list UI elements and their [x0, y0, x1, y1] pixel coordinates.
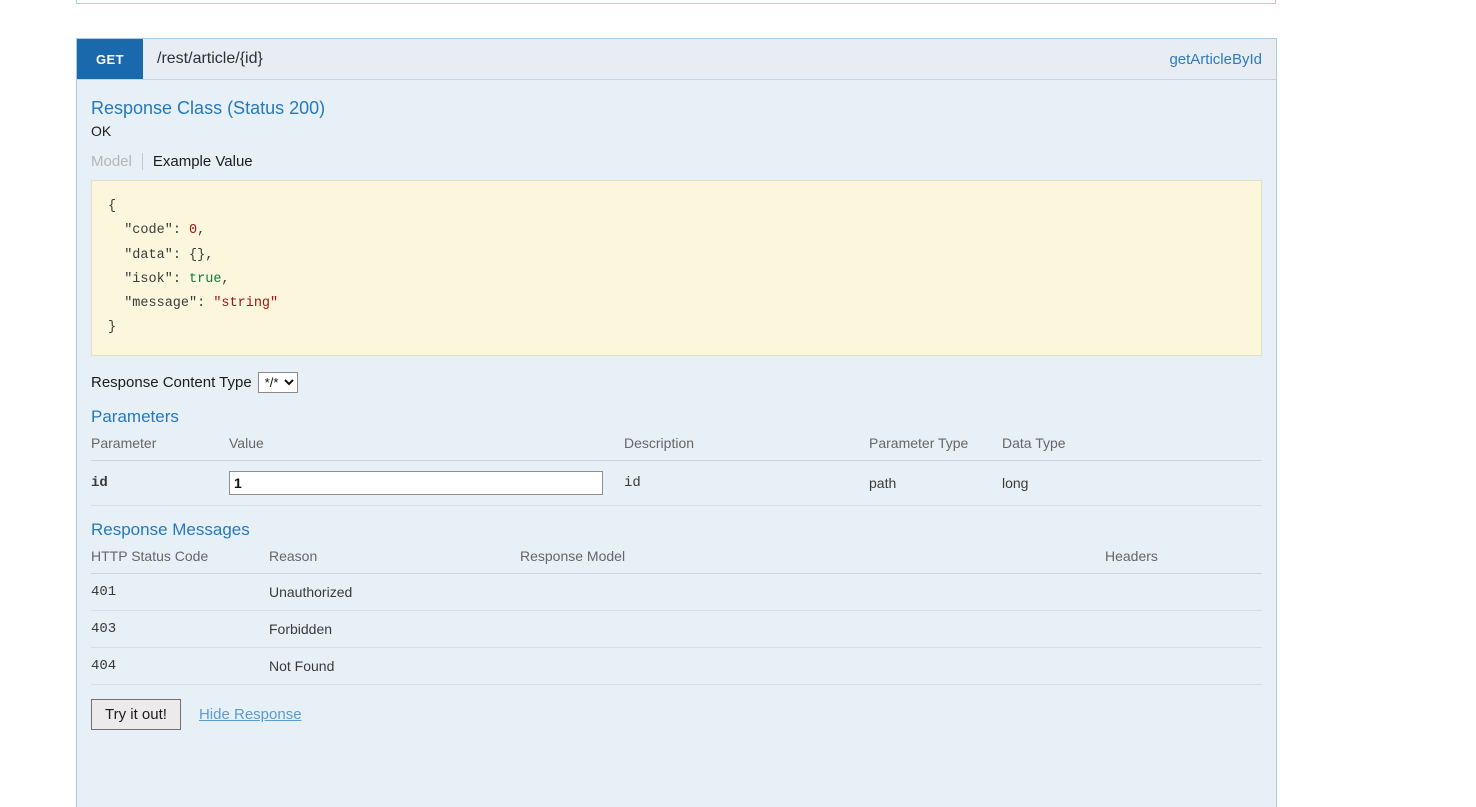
response-message-code-401: 401 — [91, 573, 269, 611]
parameter-name-id: id — [91, 460, 229, 506]
response-messages-header-headers: Headers — [1105, 544, 1262, 574]
response-messages-header-reason: Reason — [269, 544, 520, 574]
table-row: 403 Forbidden — [91, 610, 1262, 648]
response-message-reason-401: Unauthorized — [269, 573, 520, 611]
response-messages-table: HTTP Status Code Reason Response Model H… — [91, 544, 1262, 685]
operation-content: Response Class (Status 200) OK Model Exa… — [77, 80, 1276, 730]
response-message-reason-403: Forbidden — [269, 610, 520, 648]
try-it-out-button[interactable]: Try it out! — [91, 699, 181, 730]
json-key-data: "data" — [124, 247, 173, 263]
parameter-value-input[interactable] — [229, 471, 603, 495]
response-content-type-row: Response Content Type */* — [91, 372, 1262, 393]
response-class-title: Response Class (Status 200) — [91, 98, 326, 118]
operation-block-get-article-by-id: GET /rest/article/{id} getArticleById Re… — [76, 38, 1277, 807]
table-row: 404 Not Found — [91, 647, 1262, 685]
json-sep-2: : — [172, 271, 190, 287]
swagger-ui-page: GET /rest/article/{id} getArticleById Re… — [0, 0, 1476, 807]
table-row: id id path long — [91, 460, 1262, 506]
json-sep-3: : — [197, 296, 214, 312]
operation-heading[interactable]: GET /rest/article/{id} getArticleById — [77, 39, 1276, 80]
table-row: 401 Unauthorized — [91, 573, 1262, 611]
response-message-model-403 — [520, 610, 1105, 648]
model-example-tabs: Model Example Value — [91, 153, 1262, 170]
tab-model[interactable]: Model — [91, 153, 142, 170]
parameter-data-type-id: long — [1002, 460, 1262, 506]
response-message-headers-404 — [1105, 647, 1262, 685]
json-value-code: 0 — [189, 223, 198, 239]
response-messages-header-response-model: Response Model — [520, 544, 1105, 574]
operation-path[interactable]: /rest/article/{id} — [143, 39, 1169, 79]
http-method-badge: GET — [77, 39, 143, 79]
parameters-header-data-type: Data Type — [1002, 431, 1262, 461]
parameters-header-parameter-type: Parameter Type — [869, 431, 1002, 461]
json-comma-0: , — [197, 223, 206, 239]
response-message-code-404: 404 — [91, 647, 269, 685]
parameter-description-id: id — [624, 460, 869, 506]
json-key-message: "message" — [124, 296, 198, 312]
json-value-isok: true — [189, 271, 222, 287]
parameter-type-id: path — [869, 460, 1002, 506]
json-comma-2: , — [221, 271, 230, 287]
json-value-data: {} — [189, 247, 206, 263]
json-key-code: "code" — [124, 223, 173, 239]
parameters-header-row: Parameter Value Description Parameter Ty… — [91, 431, 1262, 461]
json-value-message: "string" — [213, 296, 279, 312]
json-comma-1: , — [205, 247, 214, 263]
operation-nickname-link[interactable]: getArticleById — [1169, 39, 1276, 79]
json-sep-1: : — [172, 247, 190, 263]
response-message-headers-403 — [1105, 610, 1262, 648]
parameter-value-cell — [229, 460, 624, 506]
parameters-header-parameter: Parameter — [91, 431, 229, 461]
response-class-status-text: OK — [91, 123, 112, 139]
response-message-reason-404: Not Found — [269, 647, 520, 685]
tab-example-value[interactable]: Example Value — [141, 153, 263, 170]
response-content-type-label: Response Content Type — [91, 374, 252, 391]
response-messages-header-status-code: HTTP Status Code — [91, 544, 269, 574]
operation-actions: Try it out! Hide Response — [91, 699, 1262, 730]
response-messages-header-row: HTTP Status Code Reason Response Model H… — [91, 544, 1262, 574]
parameters-header-description: Description — [624, 431, 869, 461]
response-content-type-select[interactable]: */* — [257, 372, 298, 393]
response-message-model-401 — [520, 573, 1105, 611]
parameters-title: Parameters — [91, 407, 179, 426]
response-message-headers-401 — [1105, 573, 1262, 611]
json-close-brace: } — [108, 320, 117, 336]
response-message-code-403: 403 — [91, 610, 269, 648]
json-key-isok: "isok" — [124, 271, 173, 287]
json-sep-0: : — [172, 223, 190, 239]
json-open-brace: { — [108, 199, 117, 214]
hide-response-link[interactable]: Hide Response — [199, 706, 302, 723]
previous-operation-block-edge — [76, 0, 1276, 4]
parameters-table: Parameter Value Description Parameter Ty… — [91, 431, 1262, 506]
response-messages-title: Response Messages — [91, 520, 250, 539]
parameters-header-value: Value — [229, 431, 624, 461]
example-value-code-block: { "code": 0, "data": {}, "isok": true, "… — [91, 180, 1262, 356]
response-message-model-404 — [520, 647, 1105, 685]
